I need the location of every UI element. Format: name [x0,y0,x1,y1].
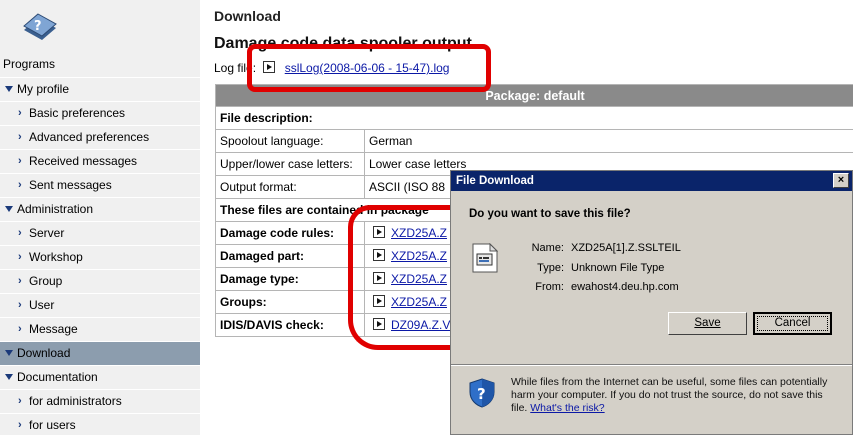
triangle-down-icon [5,350,13,356]
sidebar-item-message[interactable]: › Message [0,317,200,341]
dialog-titlebar: File Download × [451,171,852,191]
sidebar-item-label: Administration [17,198,93,220]
row-key: Upper/lower case letters: [216,153,365,176]
package-header: Package: default [216,85,853,107]
row-key: Spoolout language: [216,130,365,153]
sidebar-item-label: Basic preferences [29,102,125,124]
log-file-label: Log file: [214,61,256,75]
save-label: Save [694,317,720,329]
chevron-right-icon: › [18,294,22,316]
chevron-right-icon: › [18,270,22,292]
file-download-dialog: File Download × Do you want to save this… [450,170,853,435]
sidebar-item-user[interactable]: › User [0,293,200,317]
triangle-down-icon [5,206,13,212]
chevron-right-icon: › [18,150,22,172]
sidebar-item-workshop[interactable]: › Workshop [0,245,200,269]
chevron-right-icon: › [18,102,22,124]
sidebar: ? Programs My profile › Basic preference… [0,0,200,435]
file-play-icon[interactable] [373,226,385,238]
programs-label: Programs [3,57,55,71]
sidebar-item-sent-messages[interactable]: › Sent messages [0,173,200,197]
file-key: Damage type: [216,268,365,291]
sidebar-item-label: User [29,294,54,316]
security-note: While files from the Internet can be use… [511,376,841,415]
name-label: Name: [484,242,564,254]
dialog-divider [451,364,852,366]
sidebar-item-label: Group [29,270,62,292]
file-key: Groups: [216,291,365,314]
file-play-icon[interactable] [373,295,385,307]
sidebar-item-advanced-preferences[interactable]: › Advanced preferences [0,125,200,149]
save-button[interactable]: Save [668,312,747,335]
chevron-right-icon: › [18,222,22,244]
security-shield-icon: ? [468,378,496,408]
sidebar-item-download[interactable]: Download [0,341,200,365]
sidebar-item-received-messages[interactable]: › Received messages [0,149,200,173]
file-play-icon[interactable] [373,249,385,261]
chevron-right-icon: › [18,390,22,412]
file-description-heading: File description: [216,107,853,130]
file-key: Damaged part: [216,245,365,268]
file-play-icon[interactable] [263,61,275,73]
page-title: Damage code data spooler output [214,35,472,53]
file-key: IDIS/DAVIS check: [216,314,365,337]
log-file-line: Log file: sslLog(2008-06-06 - 15-47).log [214,61,449,75]
table-row: Spoolout language: German [216,130,853,153]
sidebar-item-label: Message [29,318,78,340]
from-label: From: [484,281,564,293]
sidebar-item-my-profile[interactable]: My profile [0,77,200,101]
triangle-down-icon [5,86,13,92]
file-play-icon[interactable] [373,272,385,284]
sidebar-item-label: Workshop [29,246,83,268]
file-play-icon[interactable] [373,318,385,330]
risk-link[interactable]: What's the risk? [530,402,604,414]
type-value: Unknown File Type [571,262,664,274]
sidebar-item-for-users[interactable]: › for users [0,413,200,437]
dialog-question: Do you want to save this file? [469,208,631,220]
svg-text:?: ? [477,385,486,403]
sidebar-item-label: Sent messages [29,174,112,196]
breadcrumb: Download [214,8,281,24]
name-value: XZD25A[1].Z.SSLTEIL [571,242,681,254]
log-file-link[interactable]: sslLog(2008-06-06 - 15-47).log [285,61,450,75]
file-link[interactable]: DZ09A.Z.V [391,318,450,332]
dialog-title: File Download [456,175,534,187]
triangle-down-icon [5,374,13,380]
sidebar-item-label: My profile [17,78,69,100]
row-value: German [365,130,853,153]
sidebar-item-label: for users [29,414,76,436]
sidebar-item-group[interactable]: › Group [0,269,200,293]
chevron-right-icon: › [18,126,22,148]
chevron-right-icon: › [18,318,22,340]
sidebar-item-for-administrators[interactable]: › for administrators [0,389,200,413]
sidebar-item-label: Documentation [17,366,98,388]
sidebar-item-basic-preferences[interactable]: › Basic preferences [0,101,200,125]
app-logo-icon: ? [20,8,58,44]
sidebar-item-label: Advanced preferences [29,126,149,148]
row-key: Output format: [216,176,365,199]
sidebar-item-label: Download [17,342,70,364]
chevron-right-icon: › [18,414,22,436]
file-link[interactable]: XZD25A.Z [391,226,447,240]
close-icon[interactable]: × [833,173,849,188]
sidebar-item-administration[interactable]: Administration [0,197,200,221]
sidebar-item-documentation[interactable]: Documentation [0,365,200,389]
file-link[interactable]: XZD25A.Z [391,272,447,286]
file-link[interactable]: XZD25A.Z [391,295,447,309]
svg-text:?: ? [34,19,42,34]
sidebar-item-label: Received messages [29,150,137,172]
file-link[interactable]: XZD25A.Z [391,249,447,263]
file-key: Damage code rules: [216,222,365,245]
sidebar-item-label: Server [29,222,64,244]
sidebar-item-label: for administrators [29,390,122,412]
type-label: Type: [484,262,564,274]
sidebar-item-server[interactable]: › Server [0,221,200,245]
chevron-right-icon: › [18,246,22,268]
chevron-right-icon: › [18,174,22,196]
from-value: ewahost4.deu.hp.com [571,281,679,293]
cancel-button[interactable]: Cancel [753,312,832,335]
